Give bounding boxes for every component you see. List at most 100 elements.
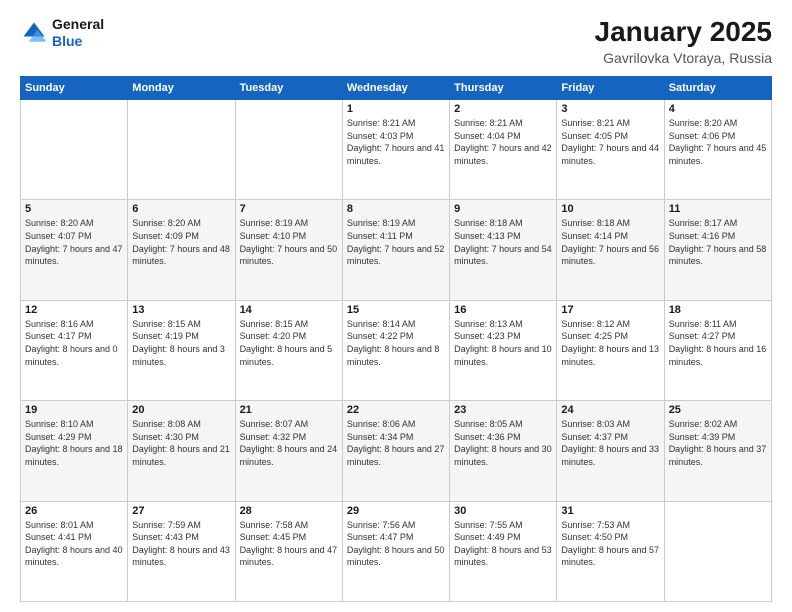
- day-cell: 17 Sunrise: 8:12 AMSunset: 4:25 PMDaylig…: [557, 300, 664, 400]
- day-cell: 22 Sunrise: 8:06 AMSunset: 4:34 PMDaylig…: [342, 401, 449, 501]
- day-info: Sunrise: 8:12 AMSunset: 4:25 PMDaylight:…: [561, 318, 659, 368]
- weekday-header-saturday: Saturday: [664, 77, 771, 100]
- day-number: 6: [132, 203, 230, 215]
- day-number: 3: [561, 103, 659, 115]
- main-title: January 2025: [595, 16, 772, 48]
- day-cell: 13 Sunrise: 8:15 AMSunset: 4:19 PMDaylig…: [128, 300, 235, 400]
- day-cell: 6 Sunrise: 8:20 AMSunset: 4:09 PMDayligh…: [128, 200, 235, 300]
- day-cell: 4 Sunrise: 8:20 AMSunset: 4:06 PMDayligh…: [664, 100, 771, 200]
- day-cell: 19 Sunrise: 8:10 AMSunset: 4:29 PMDaylig…: [21, 401, 128, 501]
- day-cell: 5 Sunrise: 8:20 AMSunset: 4:07 PMDayligh…: [21, 200, 128, 300]
- day-info: Sunrise: 7:55 AMSunset: 4:49 PMDaylight:…: [454, 519, 552, 569]
- day-cell: 7 Sunrise: 8:19 AMSunset: 4:10 PMDayligh…: [235, 200, 342, 300]
- day-info: Sunrise: 8:08 AMSunset: 4:30 PMDaylight:…: [132, 418, 230, 468]
- day-number: 8: [347, 203, 445, 215]
- day-cell: 26 Sunrise: 8:01 AMSunset: 4:41 PMDaylig…: [21, 501, 128, 601]
- day-cell: [128, 100, 235, 200]
- day-number: 14: [240, 304, 338, 316]
- day-number: 7: [240, 203, 338, 215]
- day-cell: 25 Sunrise: 8:02 AMSunset: 4:39 PMDaylig…: [664, 401, 771, 501]
- day-number: 1: [347, 103, 445, 115]
- day-number: 24: [561, 404, 659, 416]
- logo-icon: [20, 19, 48, 47]
- day-cell: 31 Sunrise: 7:53 AMSunset: 4:50 PMDaylig…: [557, 501, 664, 601]
- day-number: 23: [454, 404, 552, 416]
- day-info: Sunrise: 8:11 AMSunset: 4:27 PMDaylight:…: [669, 318, 767, 368]
- weekday-header-wednesday: Wednesday: [342, 77, 449, 100]
- day-cell: 3 Sunrise: 8:21 AMSunset: 4:05 PMDayligh…: [557, 100, 664, 200]
- calendar-header: SundayMondayTuesdayWednesdayThursdayFrid…: [21, 77, 772, 100]
- logo: General Blue: [20, 16, 104, 50]
- day-info: Sunrise: 7:56 AMSunset: 4:47 PMDaylight:…: [347, 519, 445, 569]
- week-row-2: 5 Sunrise: 8:20 AMSunset: 4:07 PMDayligh…: [21, 200, 772, 300]
- day-number: 29: [347, 505, 445, 517]
- header: General Blue January 2025 Gavrilovka Vto…: [20, 16, 772, 66]
- day-cell: 12 Sunrise: 8:16 AMSunset: 4:17 PMDaylig…: [21, 300, 128, 400]
- weekday-header-row: SundayMondayTuesdayWednesdayThursdayFrid…: [21, 77, 772, 100]
- day-cell: 15 Sunrise: 8:14 AMSunset: 4:22 PMDaylig…: [342, 300, 449, 400]
- day-number: 17: [561, 304, 659, 316]
- day-number: 12: [25, 304, 123, 316]
- day-cell: 27 Sunrise: 7:59 AMSunset: 4:43 PMDaylig…: [128, 501, 235, 601]
- weekday-header-tuesday: Tuesday: [235, 77, 342, 100]
- day-info: Sunrise: 8:21 AMSunset: 4:04 PMDaylight:…: [454, 117, 552, 167]
- logo-line2: Blue: [52, 33, 104, 50]
- day-cell: 9 Sunrise: 8:18 AMSunset: 4:13 PMDayligh…: [450, 200, 557, 300]
- day-number: 19: [25, 404, 123, 416]
- day-info: Sunrise: 7:58 AMSunset: 4:45 PMDaylight:…: [240, 519, 338, 569]
- weekday-header-monday: Monday: [128, 77, 235, 100]
- day-cell: 18 Sunrise: 8:11 AMSunset: 4:27 PMDaylig…: [664, 300, 771, 400]
- day-info: Sunrise: 7:53 AMSunset: 4:50 PMDaylight:…: [561, 519, 659, 569]
- day-cell: [235, 100, 342, 200]
- day-cell: 28 Sunrise: 7:58 AMSunset: 4:45 PMDaylig…: [235, 501, 342, 601]
- day-number: 2: [454, 103, 552, 115]
- day-number: 5: [25, 203, 123, 215]
- day-info: Sunrise: 8:07 AMSunset: 4:32 PMDaylight:…: [240, 418, 338, 468]
- day-info: Sunrise: 8:01 AMSunset: 4:41 PMDaylight:…: [25, 519, 123, 569]
- day-cell: 11 Sunrise: 8:17 AMSunset: 4:16 PMDaylig…: [664, 200, 771, 300]
- day-info: Sunrise: 8:10 AMSunset: 4:29 PMDaylight:…: [25, 418, 123, 468]
- day-cell: 8 Sunrise: 8:19 AMSunset: 4:11 PMDayligh…: [342, 200, 449, 300]
- day-cell: [664, 501, 771, 601]
- day-info: Sunrise: 7:59 AMSunset: 4:43 PMDaylight:…: [132, 519, 230, 569]
- logo-line1: General: [52, 16, 104, 33]
- day-number: 22: [347, 404, 445, 416]
- day-info: Sunrise: 8:06 AMSunset: 4:34 PMDaylight:…: [347, 418, 445, 468]
- day-number: 15: [347, 304, 445, 316]
- day-number: 27: [132, 505, 230, 517]
- calendar-body: 1 Sunrise: 8:21 AMSunset: 4:03 PMDayligh…: [21, 100, 772, 602]
- day-info: Sunrise: 8:16 AMSunset: 4:17 PMDaylight:…: [25, 318, 123, 368]
- week-row-5: 26 Sunrise: 8:01 AMSunset: 4:41 PMDaylig…: [21, 501, 772, 601]
- day-info: Sunrise: 8:20 AMSunset: 4:09 PMDaylight:…: [132, 217, 230, 267]
- day-info: Sunrise: 8:20 AMSunset: 4:07 PMDaylight:…: [25, 217, 123, 267]
- day-number: 20: [132, 404, 230, 416]
- day-cell: 14 Sunrise: 8:15 AMSunset: 4:20 PMDaylig…: [235, 300, 342, 400]
- day-number: 26: [25, 505, 123, 517]
- day-number: 16: [454, 304, 552, 316]
- day-number: 10: [561, 203, 659, 215]
- day-info: Sunrise: 8:21 AMSunset: 4:05 PMDaylight:…: [561, 117, 659, 167]
- calendar-table: SundayMondayTuesdayWednesdayThursdayFrid…: [20, 76, 772, 602]
- week-row-1: 1 Sunrise: 8:21 AMSunset: 4:03 PMDayligh…: [21, 100, 772, 200]
- day-number: 21: [240, 404, 338, 416]
- day-cell: [21, 100, 128, 200]
- day-cell: 24 Sunrise: 8:03 AMSunset: 4:37 PMDaylig…: [557, 401, 664, 501]
- day-info: Sunrise: 8:14 AMSunset: 4:22 PMDaylight:…: [347, 318, 445, 368]
- day-info: Sunrise: 8:03 AMSunset: 4:37 PMDaylight:…: [561, 418, 659, 468]
- day-cell: 10 Sunrise: 8:18 AMSunset: 4:14 PMDaylig…: [557, 200, 664, 300]
- title-block: January 2025 Gavrilovka Vtoraya, Russia: [595, 16, 772, 66]
- day-info: Sunrise: 8:15 AMSunset: 4:20 PMDaylight:…: [240, 318, 338, 368]
- day-number: 18: [669, 304, 767, 316]
- day-info: Sunrise: 8:18 AMSunset: 4:13 PMDaylight:…: [454, 217, 552, 267]
- day-cell: 20 Sunrise: 8:08 AMSunset: 4:30 PMDaylig…: [128, 401, 235, 501]
- day-info: Sunrise: 8:19 AMSunset: 4:10 PMDaylight:…: [240, 217, 338, 267]
- day-cell: 29 Sunrise: 7:56 AMSunset: 4:47 PMDaylig…: [342, 501, 449, 601]
- day-info: Sunrise: 8:18 AMSunset: 4:14 PMDaylight:…: [561, 217, 659, 267]
- day-cell: 21 Sunrise: 8:07 AMSunset: 4:32 PMDaylig…: [235, 401, 342, 501]
- day-info: Sunrise: 8:19 AMSunset: 4:11 PMDaylight:…: [347, 217, 445, 267]
- day-info: Sunrise: 8:02 AMSunset: 4:39 PMDaylight:…: [669, 418, 767, 468]
- day-number: 4: [669, 103, 767, 115]
- day-info: Sunrise: 8:20 AMSunset: 4:06 PMDaylight:…: [669, 117, 767, 167]
- day-number: 11: [669, 203, 767, 215]
- day-number: 13: [132, 304, 230, 316]
